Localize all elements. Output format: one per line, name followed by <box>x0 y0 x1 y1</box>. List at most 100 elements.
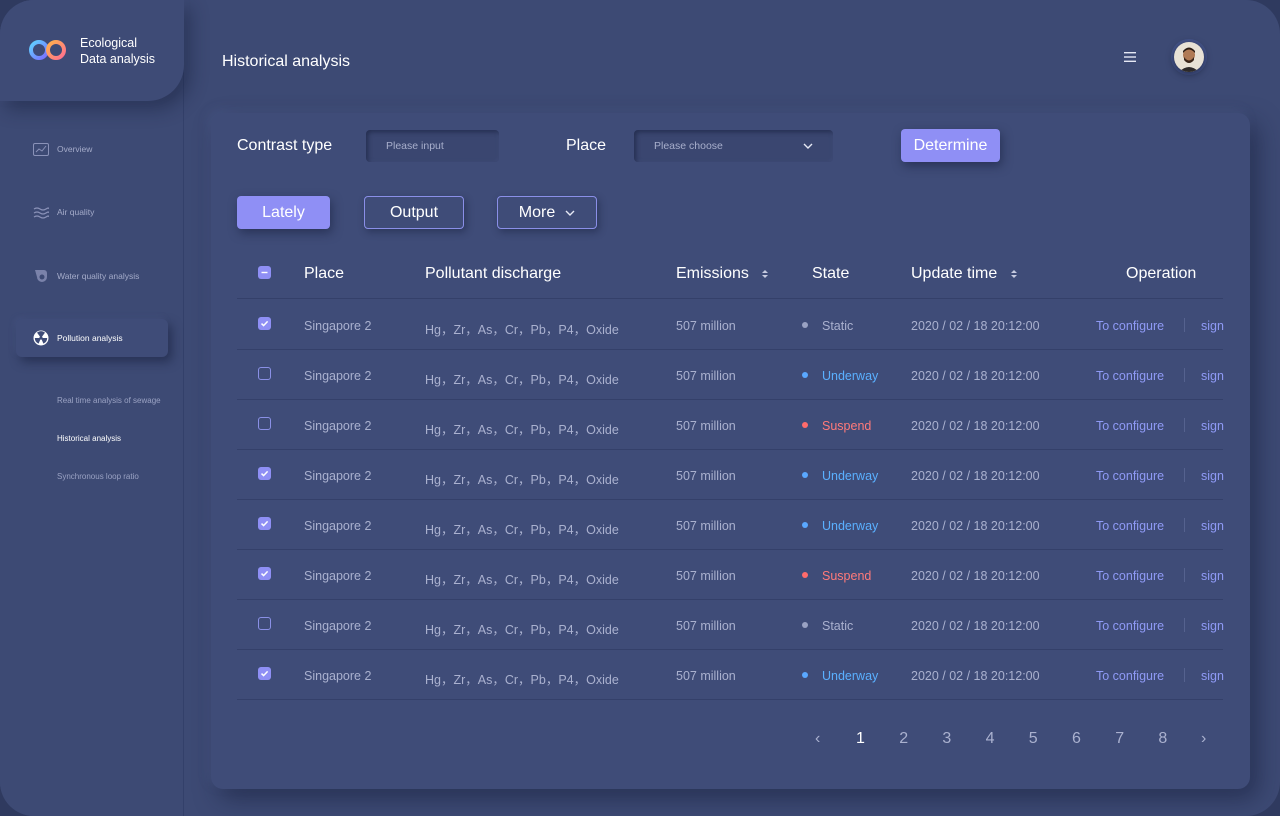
status-dot <box>802 472 808 478</box>
configure-link[interactable]: To configure <box>1096 419 1164 433</box>
row-divider <box>237 699 1223 700</box>
column-header-emissions[interactable]: Emissions <box>676 265 769 283</box>
status-dot <box>802 322 808 328</box>
status-badge: Suspend <box>822 419 872 433</box>
row-place: Singapore 2 <box>304 569 372 583</box>
configure-link[interactable]: To configure <box>1096 369 1164 383</box>
configure-link[interactable]: To configure <box>1096 569 1164 583</box>
subnav-synchronous-loop[interactable]: Synchronous loop ratio <box>57 472 139 481</box>
configure-link[interactable]: To configure <box>1096 319 1164 333</box>
sign-link[interactable]: sign <box>1201 619 1224 633</box>
page-number[interactable]: 6 <box>1072 730 1081 748</box>
column-header-operation: Operation <box>1126 265 1197 282</box>
row-divider <box>237 499 1223 500</box>
row-checkbox[interactable] <box>258 617 271 630</box>
more-button[interactable]: More <box>497 196 597 229</box>
app-window: Ecological Data analysis Overview Air qu… <box>0 0 1280 816</box>
configure-link[interactable]: To configure <box>1096 669 1164 683</box>
page-number[interactable]: 7 <box>1115 730 1124 748</box>
row-pollutant: Hg，Zr，As，Cr，Pb，P4，Oxide <box>425 323 619 337</box>
determine-button[interactable]: Determine <box>901 129 1000 162</box>
row-update-time: 2020 / 02 / 18 20:12:00 <box>911 669 1040 683</box>
row-checkbox[interactable] <box>258 667 271 680</box>
column-header-state: State <box>812 265 850 282</box>
subnav-realtime-sewage[interactable]: Real time analysis of sewage <box>57 396 161 405</box>
status-dot <box>802 572 808 578</box>
row-emissions: 507 million <box>676 469 736 483</box>
row-update-time: 2020 / 02 / 18 20:12:00 <box>911 519 1040 533</box>
lately-button[interactable]: Lately <box>237 196 330 229</box>
contrast-type-input[interactable]: Please input <box>366 130 499 162</box>
status-dot <box>802 672 808 678</box>
sidebar-item-overview[interactable]: Overview <box>16 130 168 168</box>
row-emissions: 507 million <box>676 619 736 633</box>
prev-page-icon[interactable]: ‹ <box>815 730 820 748</box>
row-place: Singapore 2 <box>304 669 372 683</box>
page-number[interactable]: 2 <box>899 730 908 748</box>
menu-icon[interactable] <box>1122 49 1138 65</box>
page-number[interactable]: 8 <box>1158 730 1167 748</box>
row-place: Singapore 2 <box>304 319 372 333</box>
page-number[interactable]: 5 <box>1029 730 1038 748</box>
brand-name: Ecological Data analysis <box>80 35 180 67</box>
check-icon <box>260 320 269 327</box>
sidebar-item-water-quality[interactable]: Water quality analysis <box>16 257 168 295</box>
row-emissions: 507 million <box>676 569 736 583</box>
page-number[interactable]: 3 <box>942 730 951 748</box>
row-pollutant: Hg，Zr，As，Cr，Pb，P4，Oxide <box>425 373 619 387</box>
sign-link[interactable]: sign <box>1201 369 1224 383</box>
sidebar-item-air-quality[interactable]: Air quality <box>16 193 168 231</box>
row-place: Singapore 2 <box>304 369 372 383</box>
column-header-place: Place <box>304 265 345 282</box>
page-title: Historical analysis <box>222 53 351 70</box>
drop-icon <box>32 267 50 285</box>
output-button[interactable]: Output <box>364 196 464 229</box>
page-number[interactable]: 4 <box>986 730 995 748</box>
operation-separator <box>1184 518 1185 532</box>
row-checkbox[interactable] <box>258 467 271 480</box>
select-all-checkbox[interactable] <box>258 266 271 279</box>
sign-link[interactable]: sign <box>1201 519 1224 533</box>
sidebar-item-pollution-analysis[interactable]: Pollution analysis <box>16 319 168 357</box>
sign-link[interactable]: sign <box>1201 669 1224 683</box>
row-checkbox[interactable] <box>258 367 271 380</box>
row-checkbox[interactable] <box>258 567 271 580</box>
subnav-historical-analysis[interactable]: Historical analysis <box>57 434 121 443</box>
row-emissions: 507 million <box>676 319 736 333</box>
sign-link[interactable]: sign <box>1201 419 1224 433</box>
avatar[interactable] <box>1174 42 1204 72</box>
contrast-type-label: Contrast type <box>237 137 333 154</box>
operation-separator <box>1184 468 1185 482</box>
sort-icon <box>762 269 769 278</box>
status-badge: Suspend <box>822 569 872 583</box>
row-update-time: 2020 / 02 / 18 20:12:00 <box>911 319 1040 333</box>
row-pollutant: Hg，Zr，As，Cr，Pb，P4，Oxide <box>425 423 619 437</box>
page-number[interactable]: 1 <box>856 730 865 748</box>
configure-link[interactable]: To configure <box>1096 619 1164 633</box>
brand-line-2: Data analysis <box>80 52 156 66</box>
row-divider <box>237 349 1223 350</box>
chevron-down-icon <box>803 143 813 149</box>
row-checkbox[interactable] <box>258 317 271 330</box>
sign-link[interactable]: sign <box>1201 319 1224 333</box>
sort-icon <box>1010 269 1017 278</box>
configure-link[interactable]: To configure <box>1096 469 1164 483</box>
row-divider <box>237 649 1223 650</box>
column-header-update-time-label: Update time <box>911 265 998 282</box>
row-place: Singapore 2 <box>304 469 372 483</box>
row-update-time: 2020 / 02 / 18 20:12:00 <box>911 569 1040 583</box>
row-pollutant: Hg，Zr，As，Cr，Pb，P4，Oxide <box>425 473 619 487</box>
row-checkbox[interactable] <box>258 417 271 430</box>
next-page-icon[interactable]: › <box>1201 730 1206 748</box>
check-icon <box>260 570 269 577</box>
status-badge: Underway <box>822 519 879 533</box>
sign-link[interactable]: sign <box>1201 469 1224 483</box>
row-checkbox[interactable] <box>258 517 271 530</box>
configure-link[interactable]: To configure <box>1096 519 1164 533</box>
place-select[interactable]: Please choose <box>634 130 833 162</box>
column-header-update-time[interactable]: Update time <box>911 265 1018 283</box>
row-pollutant: Hg，Zr，As，Cr，Pb，P4，Oxide <box>425 573 619 587</box>
sign-link[interactable]: sign <box>1201 569 1224 583</box>
sidebar-item-label: Water quality analysis <box>57 271 140 281</box>
row-emissions: 507 million <box>676 369 736 383</box>
